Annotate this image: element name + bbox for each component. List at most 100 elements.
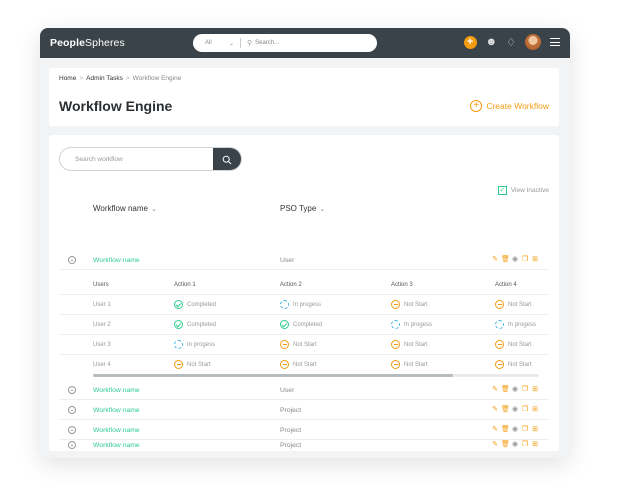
column-header-workflow-name[interactable]: Workflow name ⌄ (93, 204, 157, 213)
status-cell: Not Start (280, 360, 317, 369)
page-title: Workflow Engine (59, 98, 173, 114)
row-actions: ✎ 🗑 ◉ ❐ ⊞ (491, 425, 539, 433)
pencil-icon[interactable]: ✎ (491, 255, 499, 263)
status-cell: Completed (174, 300, 216, 309)
view-inactive-toggle[interactable]: ✓ View Inactive (497, 186, 549, 195)
table-row[interactable]: Workflow name Project ✎ 🗑 ◉ ❐ ⊞ (59, 420, 549, 440)
table-row[interactable]: Workflow name Project ✎ 🗑 ◉ ❐ ⊞ (59, 440, 549, 451)
users-icon[interactable]: ☻ (486, 36, 498, 48)
workflow-search: Search workflow (59, 147, 242, 171)
subtable-row: User 4 Not Start Not Start Not Start Not… (93, 360, 532, 369)
row-actions: ✎ 🗑 ◉ ❐ ⊞ (491, 255, 539, 263)
table-row[interactable]: Workflow name User ✎ 🗑 ◉ ❐ ⊞ (59, 250, 549, 270)
expand-toggle-icon[interactable] (68, 256, 76, 264)
status-cell: Not Start (391, 340, 428, 349)
subtable-row: User 1 Completed In progess Not Start No… (59, 295, 549, 315)
eye-icon[interactable]: ◉ (511, 255, 519, 263)
progress-status-icon (174, 340, 183, 349)
table-row[interactable]: Workflow name User ✎ 🗑 ◉ ❐ ⊞ (59, 380, 549, 400)
pencil-icon[interactable]: ✎ (491, 405, 499, 413)
pso-type: Project (280, 407, 302, 414)
logo[interactable]: PeopleSpheres (50, 37, 125, 49)
copy-icon[interactable]: ❐ (521, 385, 529, 393)
add-icon[interactable]: + (463, 35, 477, 49)
expand-toggle-icon[interactable] (68, 441, 76, 449)
workflow-name-link[interactable]: Workflow name (93, 407, 140, 414)
trash-icon[interactable]: 🗑 (501, 425, 510, 433)
workflow-search-input[interactable]: Search workflow (75, 156, 123, 163)
workflow-name-link[interactable]: Workflow name (93, 257, 140, 264)
expand-toggle-icon[interactable] (68, 426, 76, 434)
export-icon[interactable]: ⊞ (531, 440, 539, 448)
status-cell: Not Start (495, 300, 532, 309)
pencil-icon[interactable]: ✎ (491, 440, 499, 448)
search-icon (222, 155, 232, 165)
search-scope-select[interactable]: All (205, 40, 225, 46)
breadcrumb-home[interactable]: Home (59, 75, 76, 82)
export-icon[interactable]: ⊞ (531, 425, 539, 433)
workflow-name-link[interactable]: Workflow name (93, 442, 140, 449)
page-header: Home > Admin Tasks > Workflow Engine Workflo… (49, 68, 559, 126)
expand-toggle-icon[interactable] (68, 406, 76, 414)
divider (240, 38, 242, 48)
copy-icon[interactable]: ❐ (521, 405, 529, 413)
pso-type: Project (280, 442, 302, 449)
status-cell: In progess (174, 340, 215, 349)
scrollbar-thumb[interactable] (93, 374, 453, 377)
status-cell: Not Start (174, 360, 211, 369)
status-cell: In progess (280, 300, 321, 309)
trash-icon[interactable]: 🗑 (501, 405, 510, 413)
workflow-list-card: Search workflow ✓ View Inactive Workflow… (49, 135, 559, 451)
workflow-name-link[interactable]: Workflow name (93, 387, 140, 394)
notstart-status-icon (391, 360, 400, 369)
chevron-down-icon[interactable]: ⌄ (229, 40, 234, 47)
chevron-down-icon: ⌄ (150, 206, 157, 213)
copy-icon[interactable]: ❐ (521, 440, 529, 448)
eye-icon[interactable]: ◉ (511, 385, 519, 393)
workflow-name-link[interactable]: Workflow name (93, 427, 140, 434)
notstart-status-icon (495, 360, 504, 369)
eye-icon[interactable]: ◉ (511, 425, 519, 433)
pencil-icon[interactable]: ✎ (491, 385, 499, 393)
trash-icon[interactable]: 🗑 (501, 255, 510, 263)
horizontal-scrollbar[interactable] (93, 374, 539, 377)
table-row[interactable]: Workflow name Project ✎ 🗑 ◉ ❐ ⊞ (59, 400, 549, 420)
pso-type: User (280, 387, 295, 394)
status-cell: Completed (174, 320, 216, 329)
trash-icon[interactable]: 🗑 (501, 440, 510, 448)
breadcrumb: Home > Admin Tasks > Workflow Engine (59, 75, 182, 82)
bell-icon[interactable]: ♢ (506, 36, 516, 49)
pencil-icon[interactable]: ✎ (491, 425, 499, 433)
export-icon[interactable]: ⊞ (531, 255, 539, 263)
copy-icon[interactable]: ❐ (521, 255, 529, 263)
export-icon[interactable]: ⊞ (531, 405, 539, 413)
status-cell: Not Start (495, 360, 532, 369)
create-workflow-button[interactable]: + Create Workflow (470, 100, 549, 112)
status-cell: Not Start (391, 360, 428, 369)
status-cell: Not Start (495, 340, 532, 349)
search-button[interactable] (213, 148, 241, 170)
subtable-row: User 2 Completed Completed In progess In… (59, 315, 549, 335)
export-icon[interactable]: ⊞ (531, 385, 539, 393)
notstart-status-icon (174, 360, 183, 369)
progress-status-icon (280, 300, 289, 309)
checkbox-checked-icon[interactable]: ✓ (497, 186, 507, 195)
expand-toggle-icon[interactable] (68, 386, 76, 394)
completed-status-icon (174, 320, 183, 329)
column-header-pso-type[interactable]: PSO Type ⌄ (280, 204, 325, 213)
top-icons: + ☻ ♢ (463, 34, 560, 50)
notstart-status-icon (495, 300, 504, 309)
subtable-header: Users Action 1 Action 2 Action 3 Action … (59, 275, 549, 295)
global-search-input[interactable]: Search... (255, 40, 279, 46)
avatar[interactable] (525, 34, 541, 50)
eye-icon[interactable]: ◉ (511, 440, 519, 448)
copy-icon[interactable]: ❐ (521, 425, 529, 433)
plus-circle-icon: + (470, 100, 483, 112)
status-cell: Completed (280, 320, 322, 329)
breadcrumb-admin-tasks[interactable]: Admin Tasks (86, 75, 123, 82)
progress-status-icon (391, 320, 400, 329)
menu-icon[interactable] (550, 38, 560, 46)
global-search[interactable]: All ⌄ ⚲ Search... (193, 34, 377, 52)
trash-icon[interactable]: 🗑 (501, 385, 510, 393)
eye-icon[interactable]: ◉ (511, 405, 519, 413)
